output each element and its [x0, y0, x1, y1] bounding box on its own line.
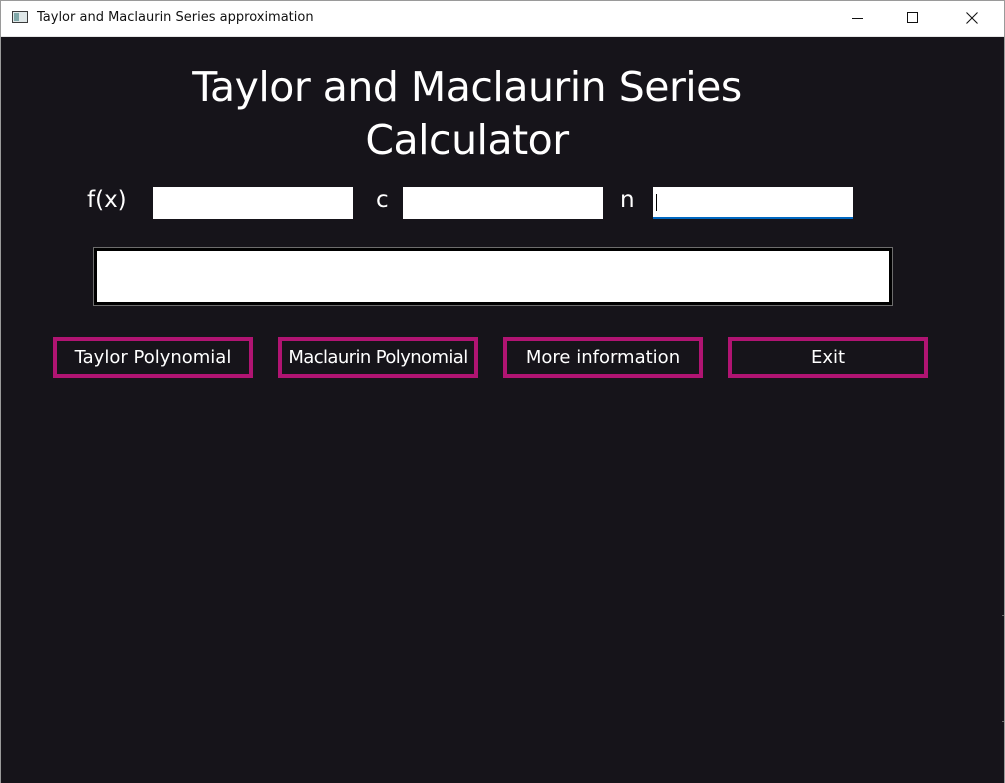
more-information-button[interactable]: More information [503, 337, 703, 378]
minimize-button[interactable] [835, 1, 881, 36]
exit-button[interactable]: Exit [728, 337, 928, 378]
close-button[interactable] [949, 1, 995, 36]
main-panel: Taylor and Maclaurin Series Calculator f… [1, 37, 1004, 783]
c-label: c [376, 187, 389, 213]
maximize-icon [907, 12, 918, 23]
minimize-icon [852, 18, 863, 19]
maclaurin-polynomial-button[interactable]: Maclaurin Polynomial [278, 337, 478, 378]
close-icon [966, 12, 978, 24]
n-input[interactable] [653, 187, 853, 219]
maximize-button[interactable] [890, 1, 936, 36]
title-bar[interactable]: Taylor and Maclaurin Series approximatio… [1, 1, 1004, 37]
result-output [93, 247, 893, 306]
window-title: Taylor and Maclaurin Series approximatio… [37, 10, 314, 25]
page-title: Taylor and Maclaurin Series Calculator [192, 63, 742, 164]
fx-label: f(x) [87, 187, 127, 213]
app-window-icon [12, 11, 28, 23]
n-label: n [620, 187, 635, 213]
c-input[interactable] [403, 187, 603, 219]
app-window: Taylor and Maclaurin Series approximatio… [0, 0, 1005, 783]
fx-input[interactable] [153, 187, 353, 219]
text-caret [656, 194, 657, 211]
window-edge-marks [1002, 615, 1004, 756]
taylor-polynomial-button[interactable]: Taylor Polynomial [53, 337, 253, 378]
